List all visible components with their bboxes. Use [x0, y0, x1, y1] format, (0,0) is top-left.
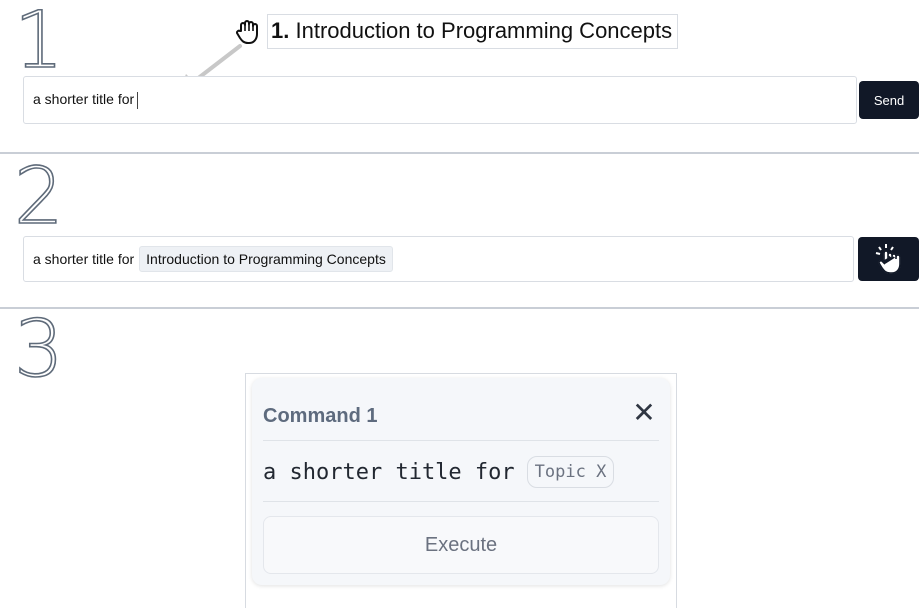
command-panel: Command 1 ✕ a shorter title for Topic X … [252, 378, 670, 585]
section-divider-1 [0, 152, 919, 154]
step-number-3: 3 [13, 305, 64, 395]
message-input-value: a shorter title for [33, 91, 135, 108]
command-panel-frame: Command 1 ✕ a shorter title for Topic X … [245, 373, 677, 608]
message-input-text: a shorter title for [33, 91, 139, 109]
dragged-item[interactable]: 1. Introduction to Programming Concepts [233, 13, 679, 49]
message-input[interactable]: a shorter title for [23, 76, 857, 124]
panel-divider-bottom [263, 501, 659, 502]
message-input-filled[interactable]: a shorter title for Introduction to Prog… [23, 236, 854, 282]
close-icon[interactable]: ✕ [631, 399, 657, 427]
inserted-title-chip[interactable]: Introduction to Programming Concepts [139, 246, 393, 272]
panel-divider-top [263, 440, 659, 441]
text-caret [137, 91, 139, 109]
command-prefix: a shorter title for [263, 459, 515, 485]
send-button-clicked[interactable] [858, 237, 919, 281]
dragged-item-number: 1. [271, 17, 290, 43]
click-hand-icon [871, 242, 907, 276]
dragged-item-label: 1. Introduction to Programming Concepts [267, 13, 679, 49]
placeholder-chip[interactable]: Topic X [526, 456, 615, 488]
section-divider-2 [0, 307, 919, 309]
dragged-item-title: Introduction to Programming Concepts [295, 17, 673, 43]
panel-title: Command 1 [263, 405, 378, 427]
send-button[interactable]: Send [859, 81, 919, 119]
execute-button[interactable]: Execute [263, 516, 659, 574]
command-row: a shorter title for Topic X [263, 456, 615, 488]
message-input-prefix: a shorter title for [33, 251, 135, 267]
step-number-1: 1 [13, 0, 64, 86]
step-number-2: 2 [13, 152, 64, 242]
